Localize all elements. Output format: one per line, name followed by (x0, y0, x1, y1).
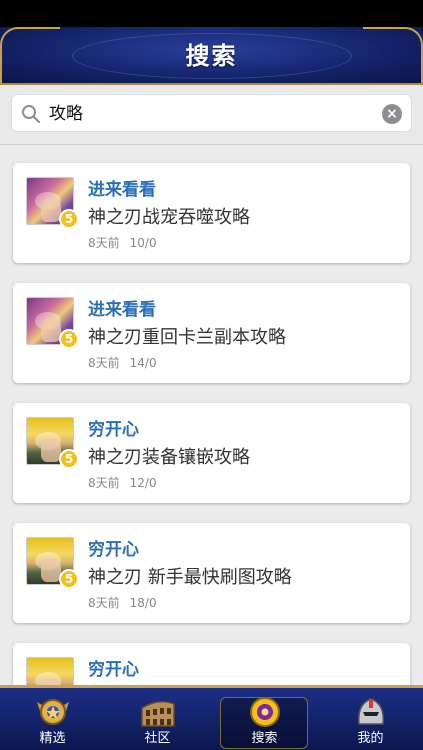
post-time: 8天前 (88, 476, 120, 490)
level-badge: 5 (59, 569, 79, 589)
result-card[interactable]: 5 穷开心神之刃 新手最快刷图攻略 8天前 18/0 (13, 523, 410, 623)
post-time: 8天前 (88, 356, 120, 370)
status-bar (0, 0, 423, 27)
author-name[interactable]: 穷开心 (88, 535, 139, 560)
author-name[interactable]: 进来看看 (88, 175, 156, 200)
clear-icon[interactable]: × (382, 104, 402, 124)
post-title[interactable]: 神之刃重回卡兰副本攻略 (88, 323, 286, 349)
post-stats: 10/0 (129, 236, 157, 250)
post-stats: 12/0 (129, 476, 157, 490)
tab-label: 精选 (39, 731, 66, 746)
tab-featured[interactable]: 精选 (0, 688, 105, 750)
tab-label: 我的 (357, 731, 384, 746)
medal-icon (36, 699, 69, 725)
tab-bar: 精选 社区 搜索 我的 (0, 685, 423, 750)
post-meta: 8天前 10/0 (88, 234, 157, 251)
post-time: 8天前 (88, 596, 120, 610)
tab-community[interactable]: 社区 (105, 688, 210, 750)
level-badge: 5 (59, 209, 79, 229)
avatar-art (41, 438, 61, 462)
post-time: 8天前 (88, 236, 120, 250)
helmet-icon (357, 698, 384, 725)
page-title: 搜索 (185, 42, 238, 70)
author-name[interactable]: 穷开心 (88, 415, 139, 440)
post-title[interactable]: 神之刃装备镶嵌攻略 (88, 443, 250, 469)
post-stats: 18/0 (129, 596, 157, 610)
result-card[interactable]: 5 进来看看神之刃战宠吞噬攻略 8天前 10/0 (13, 163, 410, 263)
search-input[interactable]: 攻略 × (11, 94, 412, 132)
avatar-art (41, 198, 61, 222)
level-badge: 5 (59, 329, 79, 349)
result-card[interactable]: 5 穷开心神之刃装备镶嵌攻略 8天前 12/0 (13, 403, 410, 503)
search-eye-icon (249, 697, 280, 727)
colosseum-icon (140, 701, 175, 727)
tab-search[interactable]: 搜索 (212, 688, 317, 750)
post-stats: 14/0 (129, 356, 157, 370)
level-badge: 5 (59, 449, 79, 469)
result-card[interactable]: 5 进来看看神之刃重回卡兰副本攻略 8天前 14/0 (13, 283, 410, 383)
tab-label: 搜索 (251, 731, 278, 746)
search-icon (22, 105, 41, 124)
post-title[interactable]: 神之刃战宠吞噬攻略 (88, 203, 250, 229)
post-meta: 8天前 14/0 (88, 354, 157, 371)
post-meta: 8天前 12/0 (88, 474, 157, 491)
nav-bar: 搜索 (0, 27, 423, 85)
search-bar-container: 攻略 × (0, 85, 423, 145)
tab-label: 社区 (144, 731, 171, 746)
avatar-art (41, 558, 61, 582)
search-query-text: 攻略 (49, 104, 83, 124)
post-title[interactable]: 神之刃 新手最快刷图攻略 (88, 563, 292, 589)
avatar-art (41, 318, 61, 342)
author-name[interactable]: 穷开心 (88, 655, 139, 680)
author-name[interactable]: 进来看看 (88, 295, 156, 320)
tab-mine[interactable]: 我的 (318, 688, 423, 750)
post-meta: 8天前 18/0 (88, 594, 157, 611)
